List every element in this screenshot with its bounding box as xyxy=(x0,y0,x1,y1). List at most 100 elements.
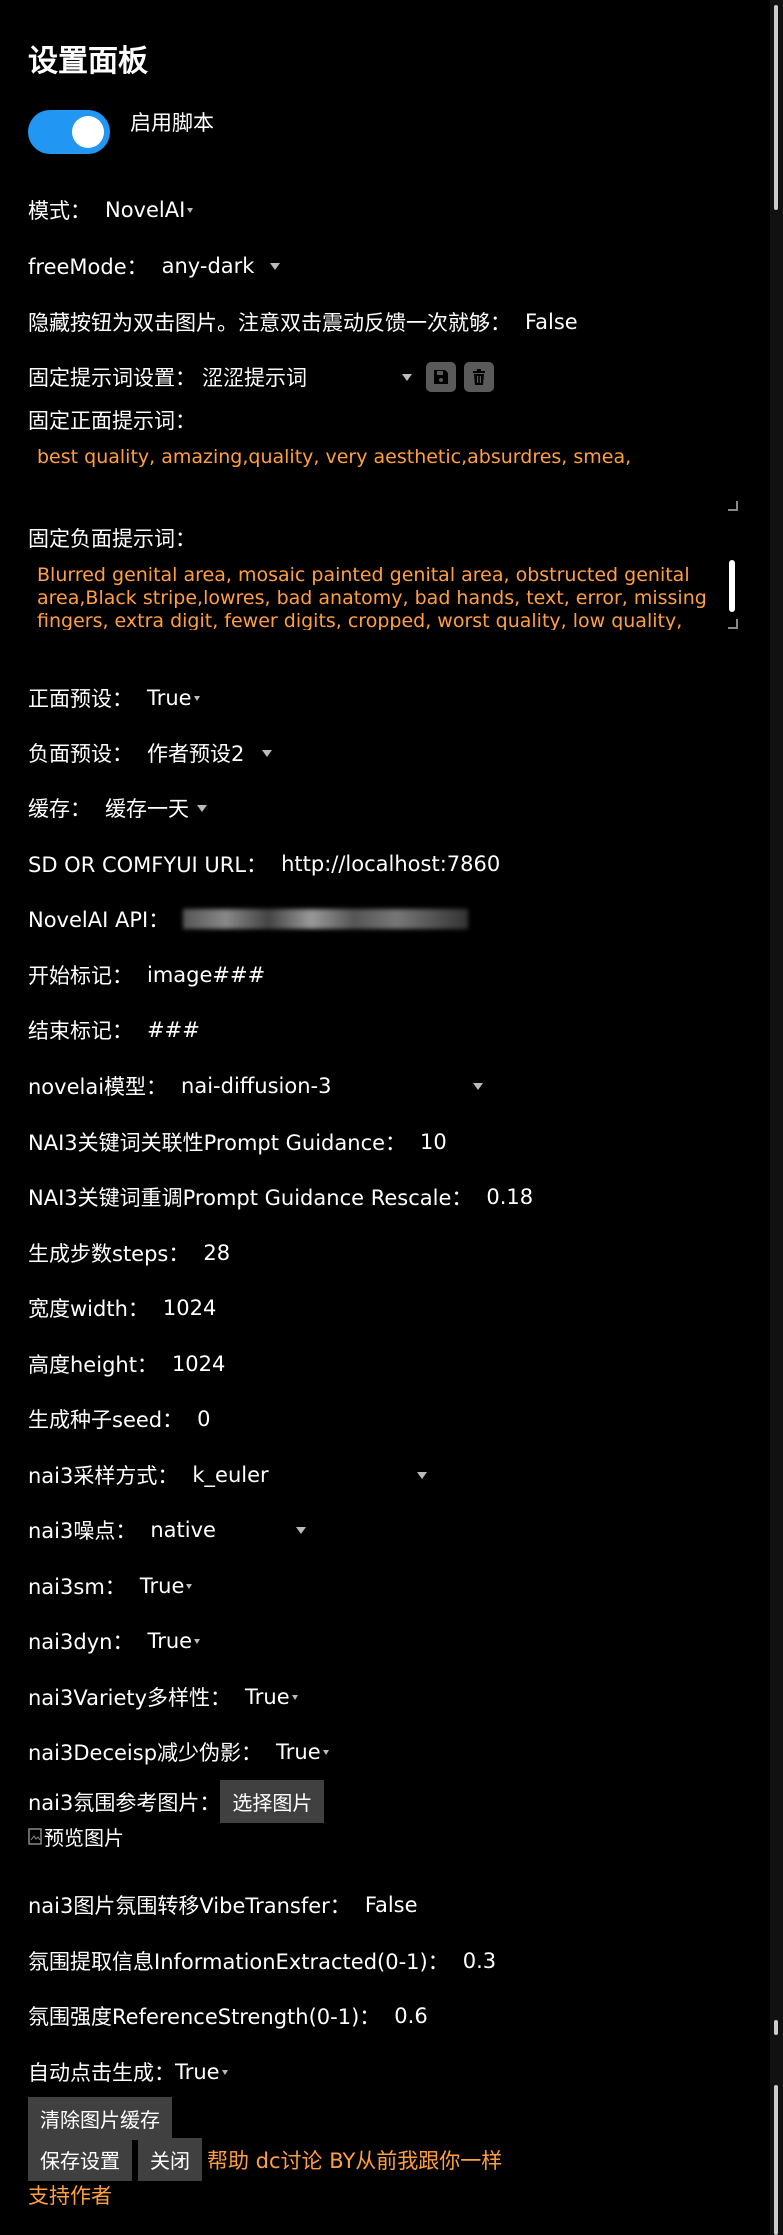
auto-click-label: 自动点击生成： xyxy=(28,2061,175,2085)
start-mark-input[interactable]: image### xyxy=(147,963,265,987)
chevron-down-icon xyxy=(194,1638,201,1644)
height-row: 高度height： 1024 xyxy=(28,1349,225,1379)
ref-strength-label: 氛围强度ReferenceStrength(0-1)： xyxy=(28,2005,381,2029)
auto-click-select[interactable]: True xyxy=(175,2060,228,2084)
cache-label: 缓存： xyxy=(28,797,91,821)
enable-script-toggle[interactable] xyxy=(28,110,110,154)
freemode-select[interactable]: any-dark xyxy=(162,254,281,278)
mode-select[interactable]: NovelAI xyxy=(105,198,194,222)
vibe-select[interactable]: False xyxy=(365,1893,418,1917)
chevron-down-icon xyxy=(322,1749,329,1755)
ref-strength-input[interactable]: 0.6 xyxy=(394,2004,427,2028)
steps-label: 生成步数steps： xyxy=(28,1242,190,1266)
footer-buttons: 保存设置 关闭 帮助 dc讨论 BY从前我跟你一样 xyxy=(28,2138,502,2181)
page-scrollbar[interactable] xyxy=(770,0,783,2235)
save-icon[interactable] xyxy=(426,362,456,392)
neg-preset-label: 负面预设： xyxy=(28,742,133,766)
negative-textarea[interactable]: Blurred genital area, mosaic painted gen… xyxy=(28,560,740,630)
hide-button-label: 隐藏按钮为双击图片。注意双击震动反馈一次就够： xyxy=(28,311,511,335)
support-author-link[interactable]: 支持作者 xyxy=(28,2180,112,2210)
sd-url-row: SD OR COMFYUI URL： http://localhost:7860 xyxy=(28,849,500,879)
sampler-select[interactable]: k_euler xyxy=(192,1463,428,1487)
model-label: novelai模型： xyxy=(28,1075,168,1099)
clear-cache-button[interactable]: 清除图片缓存 xyxy=(28,2097,172,2140)
seed-input[interactable]: 0 xyxy=(197,1407,210,1431)
fixed-prompt-select[interactable]: 涩涩提示词 xyxy=(202,362,412,392)
guidance-row: NAI3关键词关联性Prompt Guidance： 10 xyxy=(28,1127,447,1157)
pos-preset-label: 正面预设： xyxy=(28,687,133,711)
vibe-image-row: nai3氛围参考图片： 选择图片 xyxy=(28,1780,325,1823)
nai-api-input[interactable] xyxy=(183,909,469,929)
sampler-row: nai3采样方式： k_euler xyxy=(28,1460,428,1490)
sampler-label: nai3采样方式： xyxy=(28,1464,179,1488)
save-settings-button[interactable]: 保存设置 xyxy=(28,2138,132,2181)
ref-strength-row: 氛围强度ReferenceStrength(0-1)： 0.6 xyxy=(28,2001,428,2031)
hide-button-select[interactable]: False xyxy=(525,310,578,334)
cache-select[interactable]: 缓存一天 xyxy=(105,793,207,823)
positive-textarea[interactable]: best quality, amazing,quality, very aest… xyxy=(28,442,740,512)
info-extracted-input[interactable]: 0.3 xyxy=(463,1949,496,1973)
trash-icon[interactable] xyxy=(464,362,494,392)
deceisp-label: nai3Deceisp减少伪影： xyxy=(28,1741,263,1765)
deceisp-select[interactable]: True xyxy=(276,1740,329,1764)
guidance-input[interactable]: 10 xyxy=(420,1130,447,1154)
seed-label: 生成种子seed： xyxy=(28,1408,184,1432)
model-row: novelai模型： nai-diffusion-3 xyxy=(28,1071,484,1101)
end-mark-input[interactable]: ### xyxy=(147,1018,200,1042)
broken-image-icon xyxy=(28,1827,42,1845)
dyn-select[interactable]: True xyxy=(147,1629,201,1653)
fixed-prompt-row: 固定提示词设置： 涩涩提示词 xyxy=(28,362,494,392)
chevron-down-icon xyxy=(197,804,207,812)
vibe-row: nai3图片氛围转移VibeTransfer： False xyxy=(28,1890,418,1920)
resize-handle[interactable] xyxy=(728,619,738,629)
chevron-down-icon xyxy=(193,695,200,701)
chevron-down-icon xyxy=(417,1471,428,1479)
clear-cache-row: 清除图片缓存 xyxy=(28,2097,172,2140)
variety-row: nai3Variety多样性： True xyxy=(28,1682,298,1712)
model-select[interactable]: nai-diffusion-3 xyxy=(181,1074,484,1098)
height-input[interactable]: 1024 xyxy=(172,1352,225,1376)
settings-panel: 设置面板 启用脚本 模式： NovelAI freeMode： any-dark… xyxy=(0,0,770,2235)
steps-input[interactable]: 28 xyxy=(203,1241,230,1265)
vibe-image-label: nai3氛围参考图片： xyxy=(28,1790,221,1815)
noise-label: nai3噪点： xyxy=(28,1519,137,1543)
dyn-label: nai3dyn： xyxy=(28,1630,134,1654)
deceisp-row: nai3Deceisp减少伪影： True xyxy=(28,1737,329,1767)
sm-select[interactable]: True xyxy=(140,1574,193,1598)
choose-image-button[interactable]: 选择图片 xyxy=(220,1780,325,1823)
chevron-down-icon xyxy=(262,749,273,757)
fixed-prompt-label: 固定提示词设置： xyxy=(28,366,196,390)
start-mark-row: 开始标记： image### xyxy=(28,960,265,990)
pos-preset-select[interactable]: True xyxy=(147,686,200,710)
seed-row: 生成种子seed： 0 xyxy=(28,1404,211,1434)
rescale-input[interactable]: 0.18 xyxy=(486,1185,533,1209)
nai-api-label: NovelAI API： xyxy=(28,908,170,932)
negative-label: 固定负面提示词： xyxy=(28,527,196,551)
info-extracted-label: 氛围提取信息InformationExtracted(0-1)： xyxy=(28,1950,449,1974)
width-input[interactable]: 1024 xyxy=(163,1296,216,1320)
end-mark-row: 结束标记： ### xyxy=(28,1015,200,1045)
sd-url-input[interactable]: http://localhost:7860 xyxy=(281,852,500,876)
width-row: 宽度width： 1024 xyxy=(28,1293,216,1323)
chevron-down-icon xyxy=(270,262,281,270)
variety-select[interactable]: True xyxy=(245,1685,298,1709)
guidance-label: NAI3关键词关联性Prompt Guidance： xyxy=(28,1131,407,1155)
noise-select[interactable]: native xyxy=(150,1518,307,1542)
close-button[interactable]: 关闭 xyxy=(138,2138,202,2181)
sd-url-label: SD OR COMFYUI URL： xyxy=(28,853,268,877)
neg-preset-select[interactable]: 作者预设2 xyxy=(147,738,273,768)
start-mark-label: 开始标记： xyxy=(28,964,133,988)
chevron-down-icon xyxy=(473,1082,484,1090)
info-extracted-row: 氛围提取信息InformationExtracted(0-1)： 0.3 xyxy=(28,1946,496,1976)
pos-preset-row: 正面预设： True xyxy=(28,683,200,713)
hide-button-row: 隐藏按钮为双击图片。注意双击震动反馈一次就够： False xyxy=(28,307,578,337)
noise-row: nai3噪点： native xyxy=(28,1515,307,1545)
resize-handle[interactable] xyxy=(728,501,738,511)
textarea-scrollbar[interactable] xyxy=(729,560,735,612)
neg-preset-row: 负面预设： 作者预设2 xyxy=(28,738,273,768)
scrollbar-thumb[interactable] xyxy=(774,5,778,210)
cache-row: 缓存： 缓存一天 xyxy=(28,793,207,823)
chevron-down-icon xyxy=(291,1694,298,1700)
help-link[interactable]: 帮助 dc讨论 BY从前我跟你一样 xyxy=(207,2145,502,2175)
toggle-knob xyxy=(72,116,104,148)
